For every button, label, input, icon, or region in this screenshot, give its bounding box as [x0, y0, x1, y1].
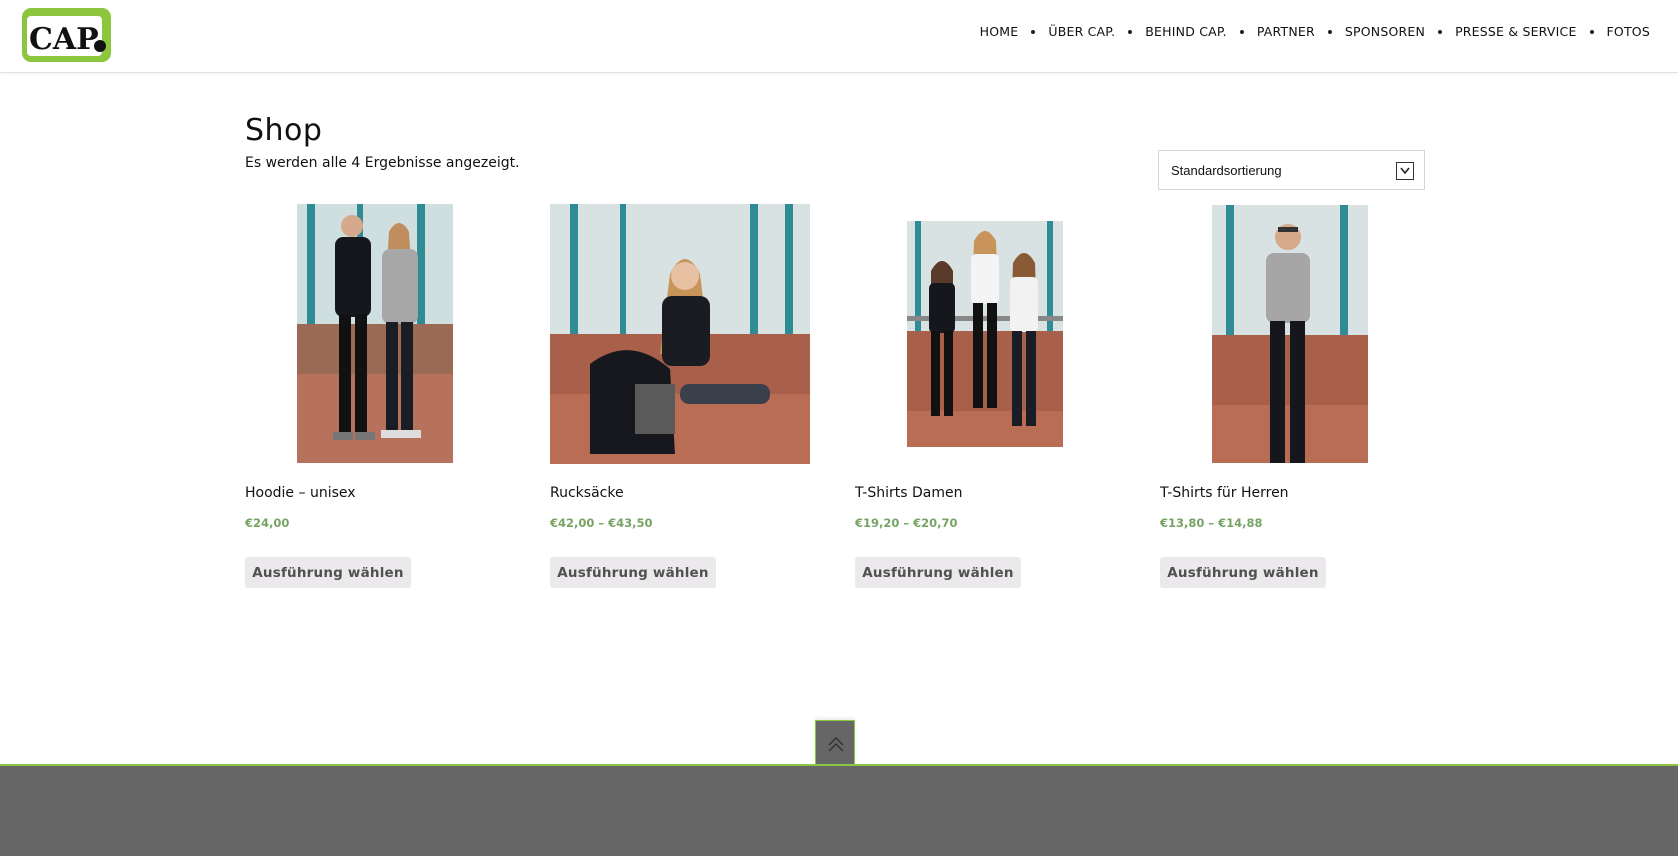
product-price: €13,80 – €14,88: [1160, 516, 1263, 530]
nav-separator: [1589, 29, 1594, 34]
product-image-boy-tshirt[interactable]: [1212, 205, 1368, 463]
product-price: €42,00 – €43,50: [550, 516, 653, 530]
site-footer: [0, 764, 1678, 856]
page-title: Shop: [245, 113, 323, 148]
product-image-backpack[interactable]: [550, 204, 810, 464]
nav-separator: [1438, 29, 1443, 34]
chevron-down-icon: [1396, 162, 1414, 180]
nav-home[interactable]: HOME: [980, 24, 1019, 39]
site-header: CAP HOME ÜBER CAP. BEHIND CAP. PARTNER S…: [0, 0, 1678, 73]
product-image-hoodie[interactable]: [297, 204, 453, 463]
nav-partner[interactable]: PARTNER: [1257, 24, 1315, 39]
nav-fotos[interactable]: FOTOS: [1607, 24, 1650, 39]
nav-presse-service[interactable]: PRESSE & SERVICE: [1455, 24, 1576, 39]
product-name[interactable]: Hoodie – unisex: [245, 485, 356, 501]
scroll-to-top-button[interactable]: [815, 720, 855, 766]
nav-behind-cap[interactable]: BEHIND CAP.: [1145, 24, 1227, 39]
sort-selected-value: Standardsortierung: [1171, 163, 1282, 178]
select-options-button[interactable]: Ausführung wählen: [1160, 557, 1326, 588]
select-options-button[interactable]: Ausführung wählen: [550, 557, 716, 588]
nav-ueber-cap[interactable]: ÜBER CAP.: [1048, 24, 1115, 39]
nav-separator: [1031, 29, 1036, 34]
product-price: €24,00: [245, 516, 290, 530]
nav-separator: [1327, 29, 1332, 34]
result-count: Es werden alle 4 Ergebnisse angezeigt.: [245, 155, 520, 171]
select-options-button[interactable]: Ausführung wählen: [245, 557, 411, 588]
select-options-button[interactable]: Ausführung wählen: [855, 557, 1021, 588]
product-image-three-girls[interactable]: [907, 221, 1063, 447]
product-name[interactable]: T-Shirts Damen: [855, 485, 962, 501]
product-name[interactable]: Rucksäcke: [550, 485, 624, 501]
product-name[interactable]: T-Shirts für Herren: [1160, 485, 1289, 501]
site-logo[interactable]: CAP: [20, 4, 115, 65]
nav-separator: [1128, 29, 1133, 34]
main-nav: HOME ÜBER CAP. BEHIND CAP. PARTNER SPONS…: [980, 24, 1650, 39]
svg-text:CAP: CAP: [29, 22, 99, 57]
nav-separator: [1239, 29, 1244, 34]
product-price: €19,20 – €20,70: [855, 516, 958, 530]
sort-select[interactable]: Standardsortierung: [1158, 150, 1425, 190]
double-chevron-up-icon: [828, 736, 844, 752]
nav-sponsoren[interactable]: SPONSOREN: [1345, 24, 1425, 39]
